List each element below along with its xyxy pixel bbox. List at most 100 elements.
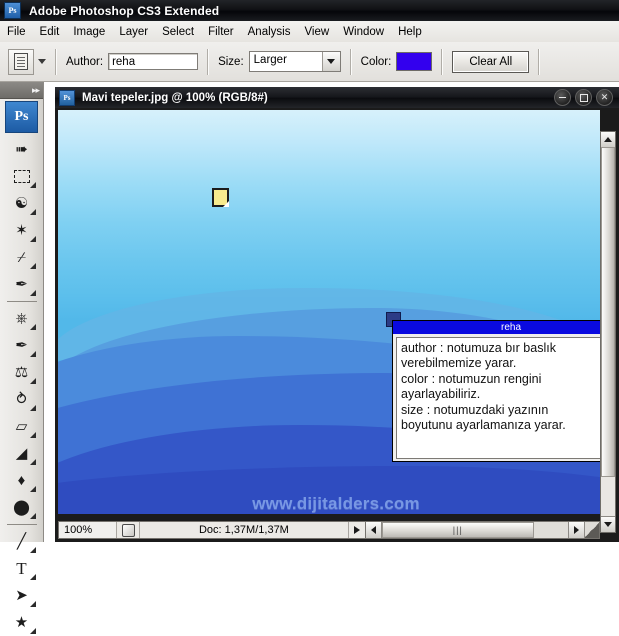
menu-item-window[interactable]: Window bbox=[336, 24, 391, 40]
image-canvas[interactable]: www.dijitalders.com reha author : notumu… bbox=[58, 110, 600, 514]
arrow-left-icon bbox=[370, 526, 376, 534]
document-title: Mavi tepeler.jpg @ 100% (RGB/8#) bbox=[82, 91, 268, 104]
note-color-swatch[interactable] bbox=[396, 52, 433, 71]
color-label: Color: bbox=[360, 55, 392, 68]
brush-tool[interactable]: ✒ bbox=[6, 332, 38, 359]
tool-more-triangle-icon bbox=[29, 486, 36, 492]
toolbox-collapse-button[interactable]: ▸▸ bbox=[0, 82, 43, 99]
magic-wand-tool[interactable]: ✶ bbox=[6, 217, 38, 244]
scroll-down-button[interactable] bbox=[601, 516, 615, 532]
status-preview-button[interactable] bbox=[117, 522, 140, 538]
tool-more-triangle-icon bbox=[29, 324, 36, 330]
tool-more-triangle-icon bbox=[29, 574, 36, 580]
tool-more-triangle-icon bbox=[29, 628, 36, 634]
photoshop-logo-icon: Ps bbox=[4, 2, 21, 19]
minimize-button[interactable] bbox=[554, 89, 571, 106]
window-resize-grip[interactable] bbox=[584, 522, 599, 538]
toolbox-photoshop-logo-icon: Ps bbox=[5, 101, 38, 133]
tool-more-triangle-icon bbox=[29, 459, 36, 465]
lasso-tool[interactable]: ☯ bbox=[6, 190, 38, 217]
type-tool[interactable]: T bbox=[6, 555, 38, 582]
crop-tool[interactable]: ⌿ bbox=[6, 244, 38, 271]
document-status-bar: 100% Doc: 1,37M/1,37M ||| bbox=[58, 521, 600, 539]
document-titlebar[interactable]: Ps Mavi tepeler.jpg @ 100% (RGB/8#) ✕ bbox=[55, 87, 619, 108]
note-marker-icon[interactable] bbox=[212, 188, 229, 207]
history-brush-tool[interactable]: ⥁ bbox=[6, 386, 38, 413]
arrow-right-icon bbox=[353, 526, 360, 534]
size-selected-value: Larger bbox=[249, 52, 322, 71]
tool-more-triangle-icon bbox=[29, 378, 36, 384]
maximize-button[interactable] bbox=[575, 89, 592, 106]
dodge-tool[interactable]: ⬤ bbox=[6, 494, 38, 521]
horizontal-scroll-thumb[interactable]: ||| bbox=[381, 522, 534, 538]
close-button[interactable]: ✕ bbox=[596, 89, 613, 106]
marquee-tool[interactable] bbox=[6, 163, 38, 190]
status-menu-button[interactable] bbox=[347, 522, 365, 538]
toolbox-divider bbox=[6, 524, 37, 525]
zoom-level-field[interactable]: 100% bbox=[59, 522, 117, 538]
note-titlebar[interactable]: reha bbox=[393, 321, 600, 334]
document-window: Ps Mavi tepeler.jpg @ 100% (RGB/8#) ✕ ww… bbox=[55, 87, 619, 542]
canvas-vertical-scrollbar[interactable] bbox=[600, 131, 616, 533]
menubar: File Edit Image Layer Select Filter Anal… bbox=[0, 21, 619, 43]
options-separator bbox=[538, 48, 541, 75]
note-glyph-icon bbox=[14, 53, 28, 70]
minimize-icon bbox=[559, 97, 566, 98]
scroll-up-button[interactable] bbox=[601, 132, 615, 148]
window-button-group: ✕ bbox=[554, 89, 619, 106]
eraser-tool[interactable]: ▱ bbox=[6, 413, 38, 440]
shape-tool[interactable]: ★ bbox=[6, 609, 38, 636]
menu-item-help[interactable]: Help bbox=[391, 24, 429, 40]
author-input[interactable] bbox=[108, 53, 199, 70]
marquee-icon bbox=[13, 170, 30, 183]
menu-item-filter[interactable]: Filter bbox=[201, 24, 241, 40]
paint-bucket-tool[interactable]: ◢ bbox=[6, 440, 38, 467]
menu-item-edit[interactable]: Edit bbox=[33, 24, 67, 40]
author-label: Author: bbox=[66, 55, 104, 68]
healing-brush-tool[interactable]: ⎈ bbox=[6, 305, 38, 332]
document-size-info: Doc: 1,37M/1,37M bbox=[140, 522, 348, 538]
document-photoshop-icon: Ps bbox=[59, 89, 75, 106]
size-select[interactable]: Larger bbox=[248, 51, 341, 72]
horizontal-scroll-track[interactable] bbox=[533, 522, 568, 538]
vertical-scroll-thumb[interactable] bbox=[601, 147, 615, 477]
note-text-content[interactable]: author : notumuza bır baslık verebilmemi… bbox=[397, 338, 600, 458]
menu-item-image[interactable]: Image bbox=[66, 24, 112, 40]
scroll-left-button[interactable] bbox=[365, 522, 382, 538]
maximize-icon bbox=[579, 93, 588, 102]
tool-more-triangle-icon bbox=[29, 263, 36, 269]
app-titlebar: Ps Adobe Photoshop CS3 Extended bbox=[0, 0, 619, 21]
menu-item-layer[interactable]: Layer bbox=[112, 24, 155, 40]
menu-item-select[interactable]: Select bbox=[155, 24, 201, 40]
toolbox-tool-list: ➠ ☯ ✶ ⌿ ✒ ⎈ ✒ ⚖ ⥁ ▱ ◢ ♦ ⬤ ╱ T ➤ ★ bbox=[0, 136, 43, 636]
path-selection-tool[interactable]: ➤ bbox=[6, 582, 38, 609]
note-body[interactable]: author : notumuza bır baslık verebilmemi… bbox=[396, 337, 600, 459]
menu-item-analysis[interactable]: Analysis bbox=[241, 24, 298, 40]
note-author-title: reha bbox=[500, 322, 521, 333]
blur-tool[interactable]: ♦ bbox=[6, 467, 38, 494]
arrow-right-icon bbox=[574, 526, 579, 534]
options-separator bbox=[441, 48, 444, 75]
tool-preset-chevron-down-icon[interactable] bbox=[38, 59, 46, 64]
arrow-down-icon bbox=[604, 522, 612, 527]
note-tool-icon[interactable] bbox=[8, 48, 34, 75]
size-chevron-down-icon[interactable] bbox=[321, 52, 340, 71]
move-tool[interactable]: ➠ bbox=[6, 136, 38, 163]
options-separator bbox=[207, 48, 210, 75]
tool-options-bar: Author: Size: Larger Color: Clear All bbox=[0, 42, 619, 82]
tool-more-triangle-icon bbox=[29, 236, 36, 242]
clone-stamp-tool[interactable]: ⚖ bbox=[6, 359, 38, 386]
toolbox-panel: ▸▸ Ps ➠ ☯ ✶ ⌿ ✒ ⎈ ✒ ⚖ ⥁ ▱ ◢ ♦ ⬤ ╱ T ➤ ★ bbox=[0, 82, 44, 634]
note-popup-window[interactable]: reha author : notumuza bır baslık verebi… bbox=[392, 320, 600, 462]
document-body: www.dijitalders.com reha author : notumu… bbox=[55, 108, 619, 542]
close-icon: ✕ bbox=[600, 92, 609, 102]
slice-tool[interactable]: ✒ bbox=[6, 271, 38, 298]
tool-more-triangle-icon bbox=[29, 547, 36, 553]
document-thumbnail-icon bbox=[121, 523, 135, 537]
canvas-horizontal-scrollbar[interactable]: ||| bbox=[364, 522, 584, 538]
menu-item-file[interactable]: File bbox=[0, 24, 33, 40]
menu-item-view[interactable]: View bbox=[297, 24, 336, 40]
scroll-right-button[interactable] bbox=[568, 522, 584, 538]
tool-more-triangle-icon bbox=[29, 513, 36, 519]
clear-all-button[interactable]: Clear All bbox=[452, 50, 530, 73]
